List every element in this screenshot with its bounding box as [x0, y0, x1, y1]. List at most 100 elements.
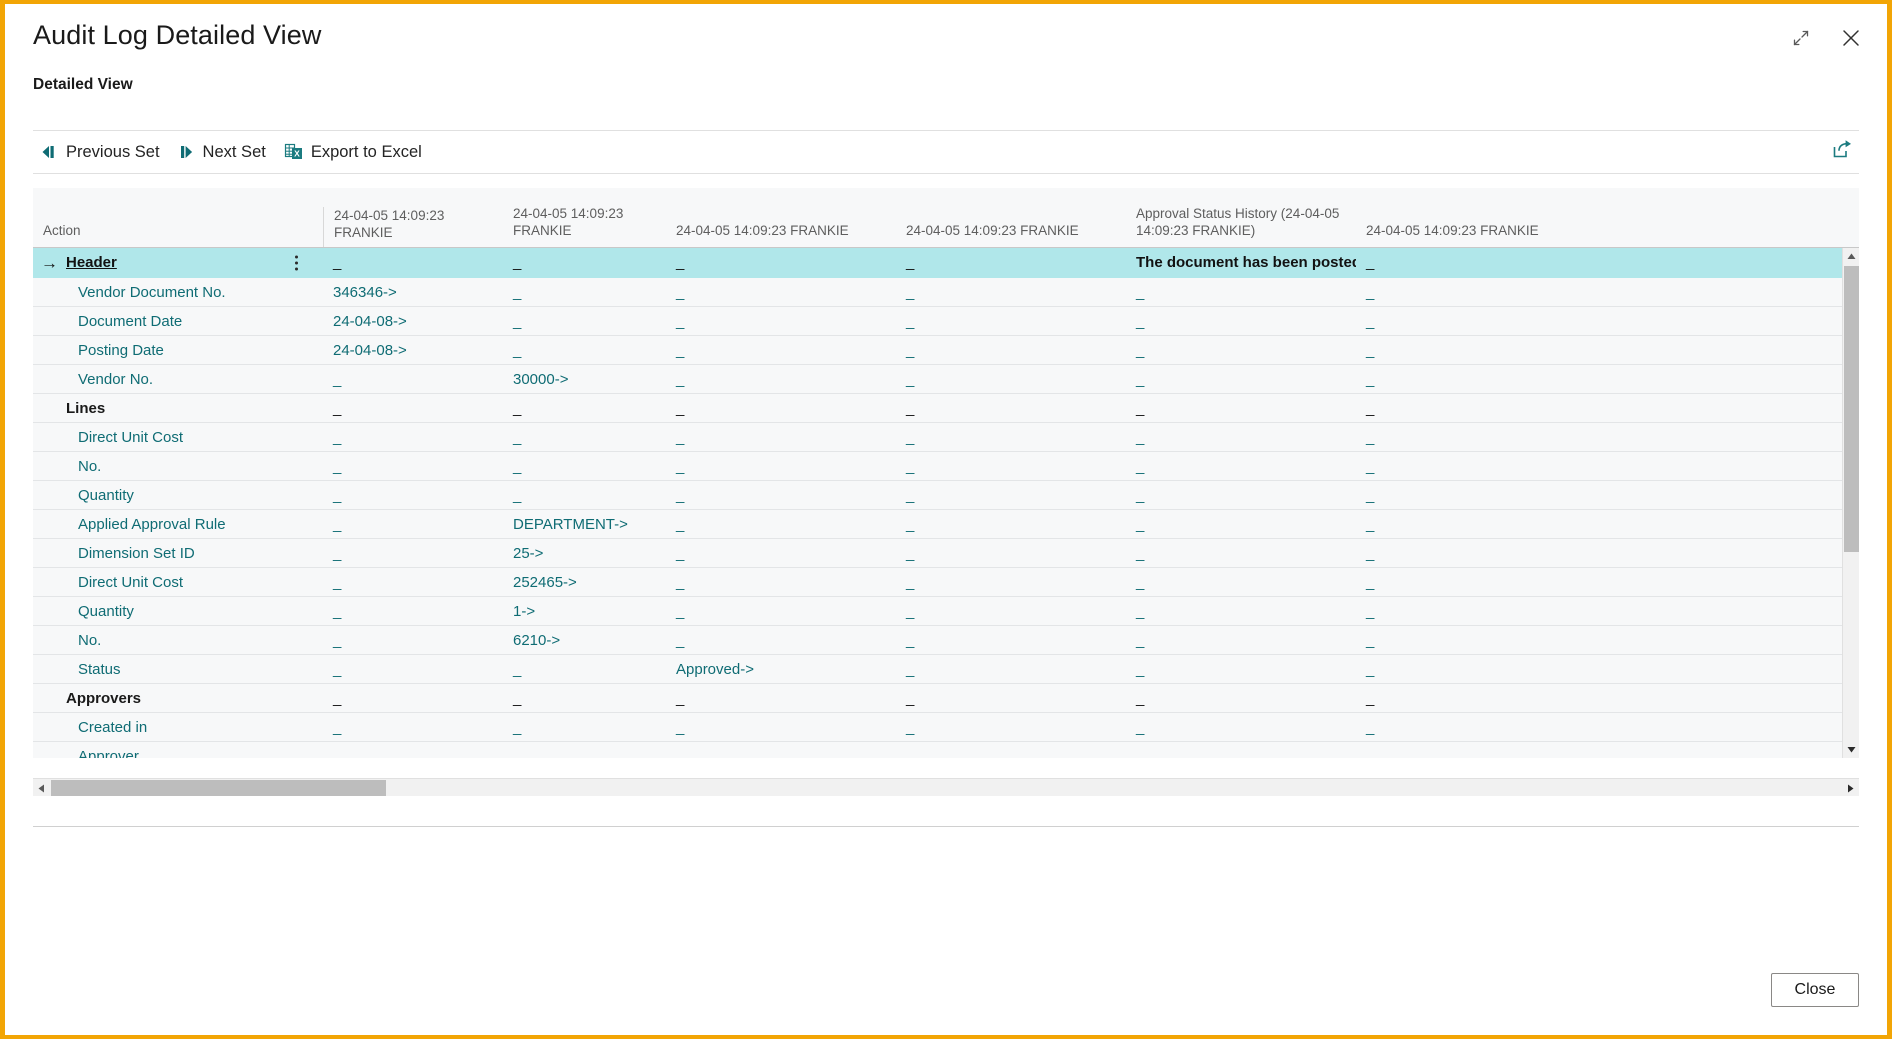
scroll-right-arrow-icon[interactable]	[1842, 779, 1859, 797]
next-set-icon	[178, 144, 196, 160]
row-cell-1: _	[323, 684, 503, 713]
row-cell-1: _	[323, 365, 503, 394]
row-cell-6: _	[1356, 568, 1606, 597]
previous-set-button[interactable]: Previous Set	[33, 139, 172, 166]
row-cell-2: _	[503, 278, 666, 307]
row-action-label[interactable]: No.	[33, 452, 323, 481]
open-in-new-window-button[interactable]	[1831, 139, 1853, 166]
row-action-label[interactable]: Header	[33, 248, 323, 277]
table-row[interactable]: Direct Unit Cost _ 252465-> _ _ _ _	[33, 568, 1859, 597]
row-action-label[interactable]: No.	[33, 626, 323, 655]
row-action-label[interactable]: Applied Approval Rule	[33, 510, 323, 539]
row-action-label[interactable]: Direct Unit Cost	[33, 568, 323, 597]
scroll-up-arrow-icon[interactable]	[1843, 248, 1859, 265]
row-cell-5: _	[1126, 655, 1356, 684]
table-row[interactable]: Approvers _ _ _ _ _ _	[33, 684, 1859, 713]
vertical-scroll-thumb[interactable]	[1844, 266, 1859, 552]
table-row[interactable]: → Header _ _ _ _ The document has been p…	[33, 248, 1859, 278]
column-header-6[interactable]: 24-04-05 14:09:23 FRANKIE	[1356, 222, 1606, 247]
table-row[interactable]: No. _ _ _ _ _ _	[33, 452, 1859, 481]
table-row[interactable]: Posting Date 24-04-08-> _ _ _ _ _	[33, 336, 1859, 365]
row-cell-2: _	[503, 248, 666, 277]
row-cell-4: _	[896, 510, 1126, 539]
column-header-3[interactable]: 24-04-05 14:09:23 FRANKIE	[666, 222, 896, 247]
table-row[interactable]: Dimension Set ID _ 25-> _ _ _ _	[33, 539, 1859, 568]
column-header-approval-status-history[interactable]: Approval Status History (24-04-05 14:09:…	[1126, 205, 1356, 247]
row-cell-2: 252465->	[503, 568, 666, 597]
row-cell-2: _	[503, 394, 666, 423]
row-cell-3: _	[666, 307, 896, 336]
grid-vertical-scrollbar[interactable]	[1842, 248, 1859, 758]
row-action-label[interactable]: Document Date	[33, 307, 323, 336]
row-cell-3: _	[666, 539, 896, 568]
excel-icon: X	[284, 143, 304, 161]
table-row[interactable]: Quantity _ _ _ _ _ _	[33, 481, 1859, 510]
table-row[interactable]: Quantity _ 1-> _ _ _ _	[33, 597, 1859, 626]
dialog-toolbar: Previous Set Next Set X	[33, 130, 1859, 174]
table-row[interactable]: Lines _ _ _ _ _ _	[33, 394, 1859, 423]
row-action-label[interactable]: Dimension Set ID	[33, 539, 323, 568]
row-cell-1: _	[323, 655, 503, 684]
row-cell-1: _	[323, 568, 503, 597]
row-cell-5: _	[1126, 568, 1356, 597]
row-action-label[interactable]: Vendor Document No.	[33, 278, 323, 307]
row-cell-4: _	[896, 394, 1126, 423]
row-cell-4: _	[896, 655, 1126, 684]
row-action-label[interactable]: Approver	[33, 742, 323, 759]
dialog-footer: Close	[1771, 973, 1859, 1007]
next-set-button[interactable]: Next Set	[172, 139, 278, 166]
row-action-label[interactable]: Direct Unit Cost	[33, 423, 323, 452]
row-cell-3: _	[666, 365, 896, 394]
table-row[interactable]: Vendor Document No. 346346-> _ _ _ _ _	[33, 278, 1859, 307]
row-cell-1: _	[323, 452, 503, 481]
table-row[interactable]: No. _ 6210-> _ _ _ _	[33, 626, 1859, 655]
grid-header-row: Action 24-04-05 14:09:23 FRANKIE 24-04-0…	[33, 188, 1859, 248]
footer-divider	[33, 826, 1859, 827]
row-cell-2: _	[503, 307, 666, 336]
next-set-label: Next Set	[203, 143, 266, 162]
row-cell-2: 1->	[503, 597, 666, 626]
table-row[interactable]: Vendor No. _ 30000-> _ _ _ _	[33, 365, 1859, 394]
table-row[interactable]: Applied Approval Rule _ DEPARTMENT-> _ _…	[33, 510, 1859, 539]
export-to-excel-button[interactable]: X Export to Excel	[278, 139, 434, 166]
row-cell-5: _	[1126, 713, 1356, 742]
table-row[interactable]: Status _ _ Approved-> _ _ _	[33, 655, 1859, 684]
table-row[interactable]: Document Date 24-04-08-> _ _ _ _ _	[33, 307, 1859, 336]
row-cell-3: _	[666, 713, 896, 742]
row-cell-3: _	[666, 597, 896, 626]
scroll-left-arrow-icon[interactable]	[33, 779, 50, 797]
row-cell-3: _	[666, 248, 896, 277]
column-header-1[interactable]: 24-04-05 14:09:23 FRANKIE	[323, 207, 503, 247]
dialog-titlebar: Audit Log Detailed View	[5, 4, 1887, 70]
row-action-label[interactable]: Approvers	[33, 684, 323, 713]
row-cell-2: _	[503, 684, 666, 713]
row-cell-6: _	[1356, 365, 1606, 394]
row-action-label[interactable]: Posting Date	[33, 336, 323, 365]
table-row[interactable]: Approver	[33, 742, 1859, 758]
row-action-label[interactable]: Created in	[33, 713, 323, 742]
row-action-label[interactable]: Vendor No.	[33, 365, 323, 394]
restore-down-icon[interactable]	[1785, 22, 1817, 54]
horizontal-scroll-thumb[interactable]	[51, 780, 386, 796]
close-button[interactable]: Close	[1771, 973, 1859, 1007]
column-header-2[interactable]: 24-04-05 14:09:23 FRANKIE	[503, 205, 666, 247]
column-header-4[interactable]: 24-04-05 14:09:23 FRANKIE	[896, 222, 1126, 247]
row-action-label[interactable]: Quantity	[33, 597, 323, 626]
row-cell-2: _	[503, 713, 666, 742]
row-action-label[interactable]: Lines	[33, 394, 323, 423]
row-cell-6: _	[1356, 307, 1606, 336]
row-cell-4: _	[896, 626, 1126, 655]
row-cell-4: _	[896, 597, 1126, 626]
row-cell-3: _	[666, 336, 896, 365]
close-icon[interactable]	[1835, 22, 1867, 54]
grid-body: → Header _ _ _ _ The document has been p…	[33, 248, 1859, 758]
row-action-label[interactable]: Quantity	[33, 481, 323, 510]
table-row[interactable]: Created in _ _ _ _ _ _	[33, 713, 1859, 742]
scroll-down-arrow-icon[interactable]	[1843, 741, 1859, 758]
row-cell-5: _	[1126, 626, 1356, 655]
column-header-action[interactable]: Action	[33, 222, 323, 247]
table-row[interactable]: Direct Unit Cost _ _ _ _ _ _	[33, 423, 1859, 452]
row-action-label[interactable]: Status	[33, 655, 323, 684]
grid-horizontal-scrollbar[interactable]	[33, 778, 1859, 796]
row-cell-4: _	[896, 481, 1126, 510]
